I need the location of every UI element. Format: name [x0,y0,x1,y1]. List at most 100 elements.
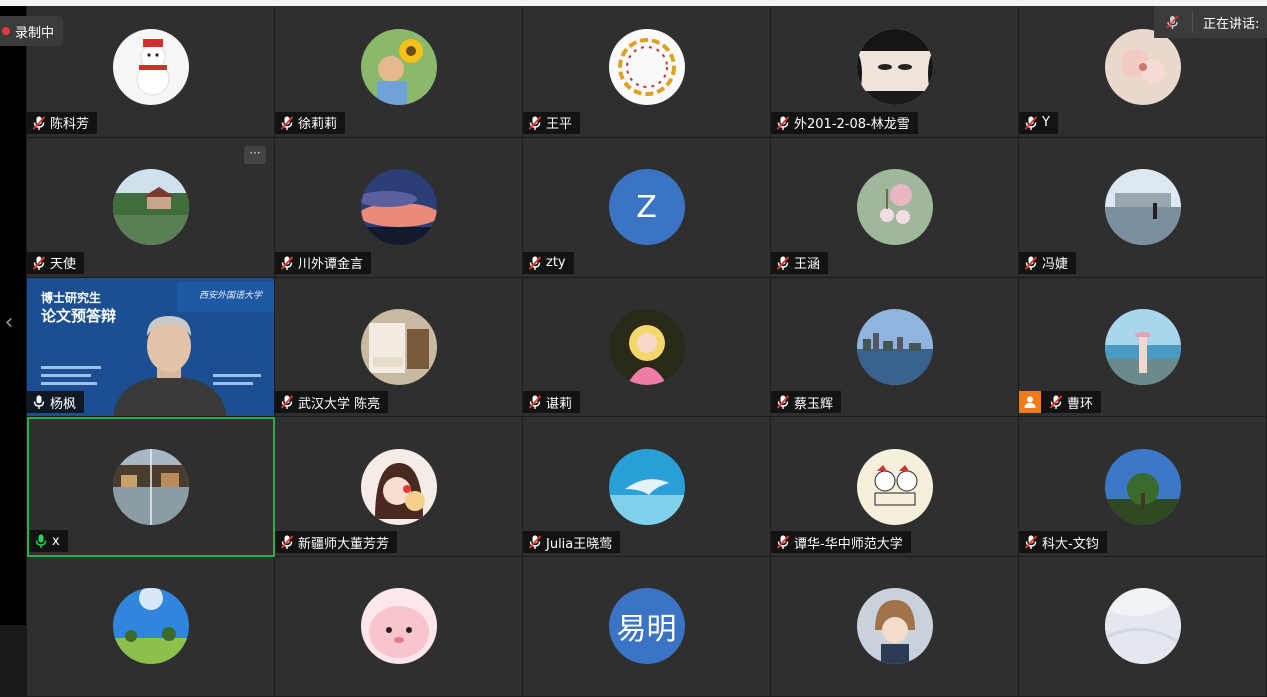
child-sunflower-image [360,29,437,106]
participant-tile[interactable]: 陈科芳 [27,0,275,138]
name-tag: 陈科芳 [27,111,98,134]
participant-name: 外201-2-08-林龙雪 [794,117,910,133]
participant-name: 王涵 [794,257,821,272]
muted-mic-icon [32,255,46,270]
cartoon-girl-image [360,448,437,525]
name-tag: 徐莉莉 [275,111,346,134]
name-tag: 冯婕 [1019,251,1077,274]
water-town-image [113,449,189,526]
avatar [360,308,437,385]
participant-tile[interactable]: 冯婕 [1019,137,1267,278]
record-dot-icon [2,27,10,35]
muted-mic-icon [528,116,542,130]
lake-pavilion-image [112,169,189,246]
pink-blob-image [360,588,437,665]
muted-mic-icon [32,116,46,130]
avatar [608,448,685,525]
participant-tile[interactable] [27,557,275,697]
participant-tile[interactable]: 新疆师大董芳芳 [275,417,523,557]
participant-name: 谭华-华中师范大学 [794,536,903,552]
avatar [608,29,685,106]
participant-tile[interactable] [275,557,523,697]
avatar [360,169,437,246]
avatar [360,448,437,525]
muted-mic-icon [528,535,542,549]
speaking-label: 正在讲话: [1203,16,1260,32]
participant-tile[interactable]: Julia王晓莺 [523,417,771,557]
participant-tile[interactable]: 易明 [523,557,771,697]
slide-university-logo: 西安外国语大学 [198,290,262,301]
avatar [1104,169,1181,246]
avatar [856,29,933,106]
participant-name: 冯婕 [1042,257,1069,272]
white-fabric-image [1104,588,1181,665]
name-tag: 外201-2-08-林龙雪 [771,111,918,134]
avatar-initial: Z [636,189,657,225]
muted-mic-icon [280,395,294,410]
anime-girl-image [608,308,685,385]
mic-icon [35,534,47,548]
previous-page-arrow-icon[interactable]: ‹ [2,308,16,338]
participant-name: 川外谭金言 [298,257,364,272]
participant-tile[interactable] [1019,557,1267,697]
name-tag: 新疆师大董芳芳 [275,531,398,553]
muted-mic-icon [1049,395,1063,410]
participant-tile[interactable]: 博士研究生 论文预答辩 西安外国语大学 杨枫 [27,277,275,418]
avatar: 易明 [608,588,685,665]
avatar [1104,29,1181,106]
participant-tile[interactable]: 谌莉 [523,277,771,418]
participant-name: 陈科芳 [50,117,90,133]
person-badge-icon [1019,391,1041,414]
participant-tile[interactable]: 王涵 [771,137,1019,278]
participant-tile[interactable] [771,557,1019,697]
name-tag: 天使 [27,251,85,274]
participant-name: x [52,533,60,549]
participant-tile[interactable]: 曹环 [1019,277,1267,418]
tree-sky-image [1104,448,1181,525]
participant-grid: 陈科芳 徐莉莉 王平 外201-2-08-林龙雪 Y ··· 天使 川外谭金言 Zzty 王涵 冯婕… [27,0,1267,697]
participant-tile[interactable]: 徐莉莉 [275,0,523,138]
participant-tile[interactable]: 谭华-华中师范大学 [771,417,1019,557]
recording-indicator[interactable]: 录制中 [0,16,64,46]
avatar [1104,448,1181,525]
participant-name: zty [546,255,566,270]
name-tag: 谌莉 [523,391,581,414]
hotel-room-image [360,308,437,385]
participant-tile[interactable]: 王平 [523,0,771,138]
participant-name: 蔡玉辉 [794,396,834,412]
name-tag: 武汉大学 陈亮 [275,391,389,414]
girl-eyes-image [856,29,933,106]
muted-mic-icon [1024,535,1038,549]
participant-tile[interactable]: 川外谭金言 [275,137,523,278]
participant-tile[interactable]: 科大-文钧 [1019,417,1267,557]
participant-name: 徐莉莉 [298,117,338,133]
recording-label: 录制中 [15,25,55,41]
speaking-indicator: 正在讲话: [1154,6,1267,38]
participant-tile[interactable]: 武汉大学 陈亮 [275,277,523,418]
name-tag: 曹环 [1019,391,1102,414]
more-options-button[interactable]: ··· [244,145,266,164]
muted-mic-icon [776,535,790,549]
muted-mic-icon [280,116,294,130]
avatar [112,29,189,106]
avatar [856,448,933,525]
muted-mic-icon [776,395,790,410]
participant-tile[interactable]: x [27,417,275,557]
participant-tile[interactable]: 外201-2-08-林龙雪 [771,0,1019,138]
avatar [360,588,437,665]
name-tag: x [29,530,68,552]
name-tag: 科大-文钧 [1019,531,1107,553]
pink-blossom-image [1104,29,1181,106]
name-tag: 谭华-华中师范大学 [771,531,911,553]
muted-mic-icon [1024,255,1038,270]
seaside-woman-image [1104,308,1181,385]
name-tag: Y [1019,111,1058,134]
participant-name: 王平 [546,117,573,133]
dolphin-image [608,448,685,525]
participant-tile[interactable]: 蔡玉辉 [771,277,1019,418]
avatar [112,588,189,665]
participant-name: 曹环 [1067,396,1094,412]
participant-tile[interactable]: Zzty [523,137,771,278]
participant-name: Julia王晓莺 [546,536,613,552]
participant-tile[interactable]: ··· 天使 [27,137,275,278]
